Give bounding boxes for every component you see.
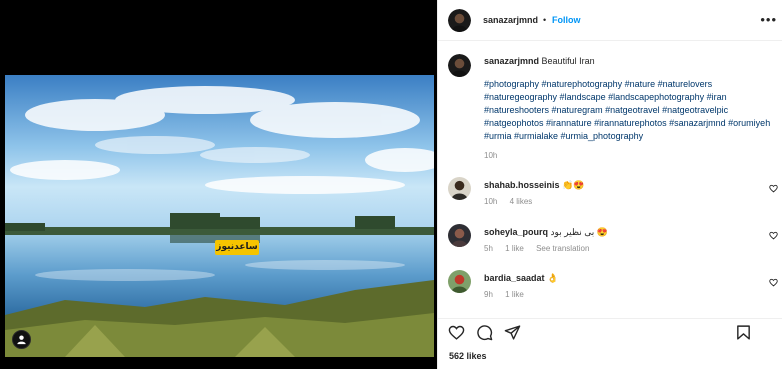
caption-avatar[interactable] xyxy=(448,54,471,77)
post-side-panel: sanazarjmnd • Follow ••• sanazarjmnd Bea… xyxy=(437,0,782,369)
likes-count[interactable]: 562 likes xyxy=(449,351,487,361)
bookmark-icon[interactable] xyxy=(735,324,752,341)
share-icon[interactable] xyxy=(504,324,521,341)
comment-avatar[interactable] xyxy=(448,177,471,200)
comment-age: 9h xyxy=(484,290,493,299)
post-photo[interactable] xyxy=(5,75,434,357)
comment-avatar[interactable] xyxy=(448,270,471,293)
comment-text: بی نظیر بود 😍 xyxy=(550,227,608,237)
watermark-badge: ساعدنیوز xyxy=(215,240,259,255)
comment-age: 10h xyxy=(484,197,498,206)
post-media: ساعدنیوز xyxy=(0,0,437,369)
more-options-icon[interactable]: ••• xyxy=(760,12,777,27)
comment-age: 5h xyxy=(484,244,493,253)
comment-likes[interactable]: 4 likes xyxy=(510,197,533,206)
see-translation-link[interactable]: See translation xyxy=(536,244,589,253)
comment-username[interactable]: bardia_saadat xyxy=(484,273,545,283)
heart-icon[interactable] xyxy=(448,324,465,341)
caption-hashtags[interactable]: #photography #naturephotography #nature … xyxy=(484,78,776,143)
caption-text: Beautiful Iran xyxy=(541,56,595,66)
follow-button[interactable]: Follow xyxy=(552,15,581,25)
author-avatar[interactable] xyxy=(448,9,471,32)
comment-like-icon[interactable] xyxy=(769,278,778,287)
comment-like-icon[interactable] xyxy=(769,184,778,193)
comment-item: shahab.hosseinis 👏😍 10h 4 likes xyxy=(484,179,764,208)
comment-text: 👏😍 xyxy=(562,180,585,190)
post-header: sanazarjmnd • Follow ••• xyxy=(438,0,782,41)
action-bar xyxy=(438,318,782,344)
separator-dot: • xyxy=(543,15,547,25)
comment-icon[interactable] xyxy=(476,324,493,341)
comment-likes[interactable]: 1 like xyxy=(505,290,524,299)
comment-text: 👌 xyxy=(547,273,559,283)
caption-username[interactable]: sanazarjmnd xyxy=(484,56,539,66)
comment-like-icon[interactable] xyxy=(769,231,778,240)
comment-username[interactable]: soheyla_pourq xyxy=(484,227,548,237)
author-username[interactable]: sanazarjmnd xyxy=(483,15,538,25)
comment-likes[interactable]: 1 like xyxy=(505,244,524,253)
comment-avatar[interactable] xyxy=(448,224,471,247)
comment-item: soheyla_pourq بی نظیر بود 😍 5h 1 like Se… xyxy=(484,226,764,255)
comment-username[interactable]: shahab.hosseinis xyxy=(484,180,560,190)
user-tag-icon[interactable] xyxy=(12,330,31,349)
caption-age: 10h xyxy=(484,151,498,160)
comment-item: bardia_saadat 👌 9h 1 like xyxy=(484,272,764,301)
post-caption: sanazarjmnd Beautiful Iran #photography … xyxy=(484,55,776,162)
